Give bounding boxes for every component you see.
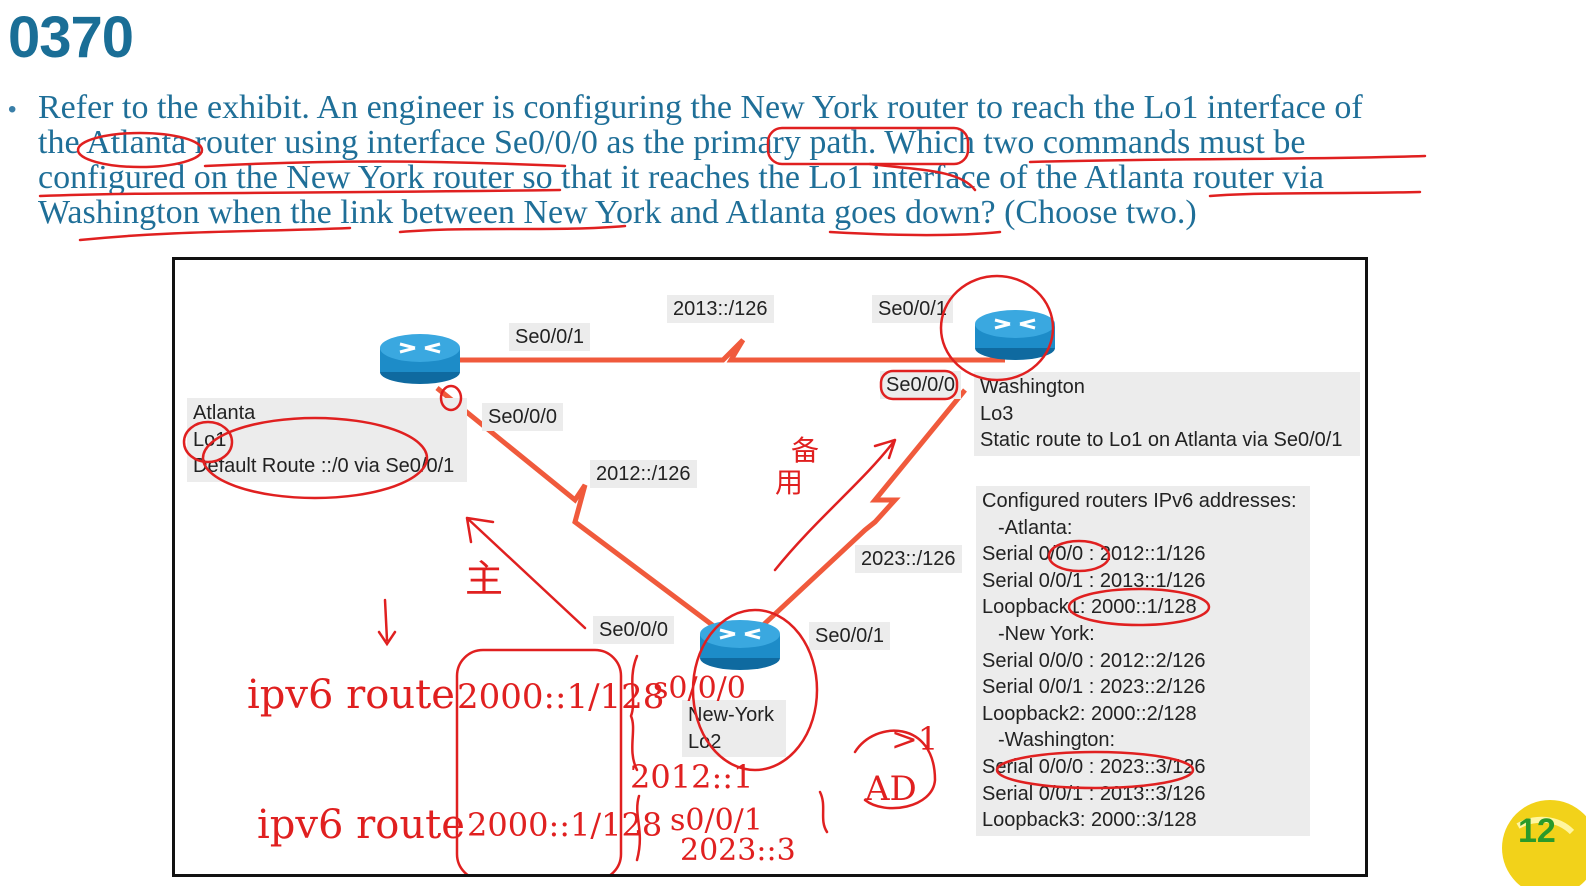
circle-lo1-annotation: [868, 162, 977, 192]
annotation-ad-label: AD: [864, 769, 917, 809]
circle-default-route-annotation: [201, 416, 429, 500]
annotation-ad-value: >1: [891, 720, 938, 758]
circle-interface-annotation: [439, 384, 463, 412]
underline-annotation: [828, 230, 1002, 237]
circle-lo1-annotation: [182, 420, 234, 464]
underline-annotation: [38, 188, 562, 198]
annotation-cmd1-iface: s0/0/0: [653, 671, 746, 706]
annotation-cmd2-hop: 2023::3: [680, 833, 796, 868]
brace-annotation: [818, 790, 829, 834]
annotation-cmd2-prefix: ipv6 route: [257, 802, 465, 848]
annotation-cmd1-prefix: ipv6 route: [247, 672, 455, 718]
annotation-backup-1: 备: [791, 434, 819, 467]
circle-address-annotation: [1047, 539, 1111, 573]
exhibit-annotations: 主 备 用 ipv6 route 2000::1/128 s0/0/0 2012…: [182, 274, 1211, 874]
underline-annotation: [398, 224, 627, 234]
annotation-cmd1-hop: 2012::1: [630, 758, 753, 796]
underline-annotation: [1028, 154, 1427, 164]
annotation-cmd1-dest: 2000::1/128: [457, 677, 664, 717]
annotation-backup-2: 用: [775, 466, 803, 499]
circle-primary-path-annotation: [766, 126, 970, 166]
underline-annotation: [78, 226, 352, 242]
annotation-main: 主: [465, 557, 503, 601]
circle-loopback-annotation: [1067, 587, 1211, 627]
circle-washington-annotation: [939, 274, 1055, 382]
network-exhibit: 2013::/126 Se0/0/1 Se0/0/1 Se0/0/0 2012:…: [172, 257, 1368, 877]
circle-se000-annotation: [879, 369, 959, 401]
underline-annotation: [203, 160, 567, 168]
circle-atlanta-annotation: [76, 131, 204, 169]
arrow-down-annotation: [377, 598, 397, 647]
page-number: 12: [1518, 812, 1556, 850]
annotation-cmd2-dest: 2000::1/128: [467, 806, 662, 844]
underline-annotation: [1208, 190, 1422, 198]
circle-address-annotation: [995, 750, 1195, 790]
